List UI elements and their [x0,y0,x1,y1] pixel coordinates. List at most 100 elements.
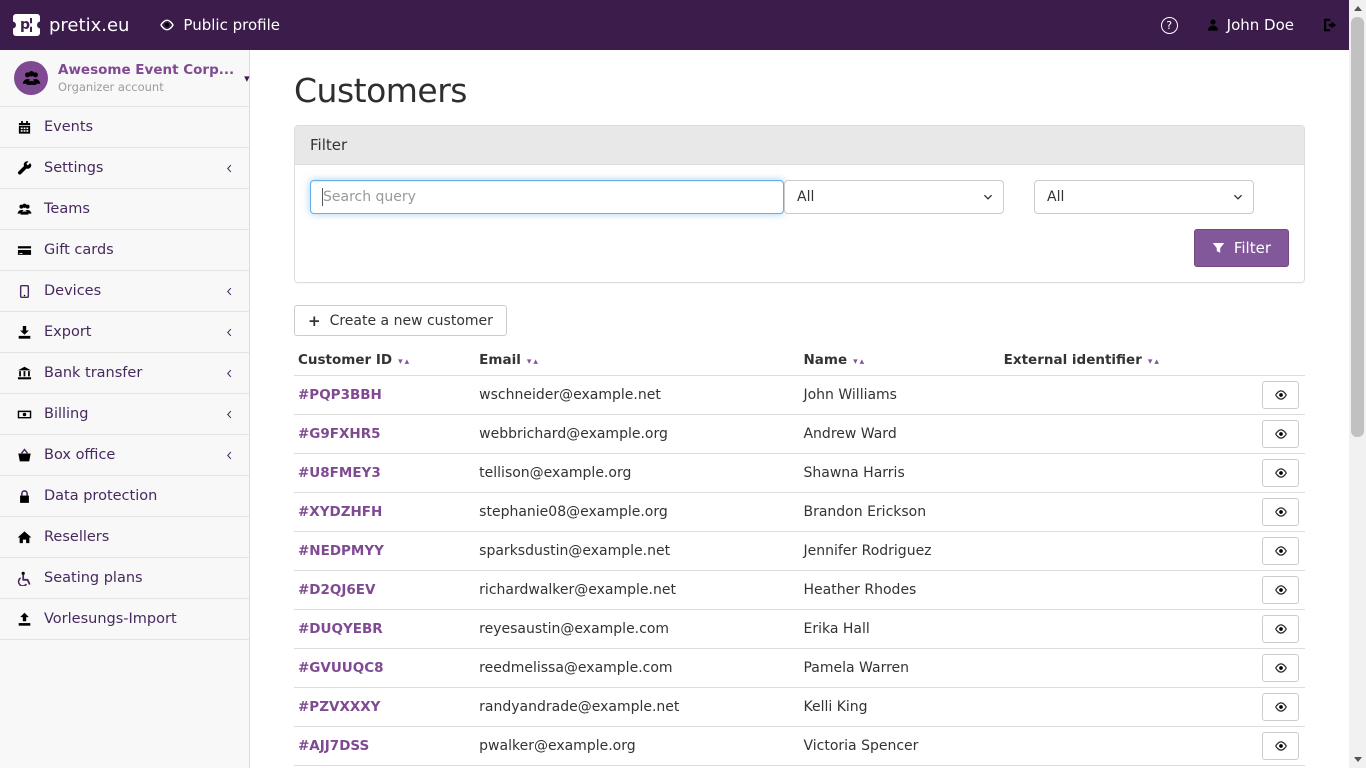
customer-id-link[interactable]: #NEDPMYY [298,543,384,559]
sidebar-item-export[interactable]: Export [0,312,249,353]
vertical-scrollbar[interactable] [1349,0,1366,768]
filter-select-2[interactable]: All [1034,180,1254,214]
view-customer-button[interactable] [1262,576,1299,604]
customer-external-id [1000,493,1245,532]
eye-icon [159,17,175,33]
header-email: Email▾▴ [475,348,799,376]
view-customer-button[interactable] [1262,381,1299,409]
customer-id-link[interactable]: #G9FXHR5 [298,426,381,442]
view-customer-button[interactable] [1262,654,1299,682]
credit-card-icon [14,243,35,258]
sidebar-item-vorlesungs-import[interactable]: Vorlesungs-Import [0,599,249,640]
customer-email: webbrichard@example.org [475,415,799,454]
organizer-name: Awesome Event Corp... [58,62,234,78]
sidebar-item-resellers[interactable]: Resellers [0,517,249,558]
customer-id-link[interactable]: #DUQYEBR [298,621,383,637]
sidebar-item-gift-cards[interactable]: Gift cards [0,230,249,271]
user-icon [1206,18,1220,32]
create-customer-button[interactable]: + Create a new customer [294,305,507,336]
filter-select-1[interactable]: All [784,180,1004,214]
sidebar-item-seating-plans[interactable]: Seating plans [0,558,249,599]
ticket-logo-icon: p [13,14,40,36]
customer-id-link[interactable]: #GVUUQC8 [298,660,384,676]
eye-icon [1274,388,1288,402]
plus-icon: + [308,312,321,330]
chevron-down-icon [982,191,994,203]
view-customer-button[interactable] [1262,498,1299,526]
eye-icon [1274,466,1288,480]
organizer-switcher[interactable]: Awesome Event Corp... Organizer account … [0,50,249,107]
customer-external-id [1000,376,1245,415]
scrollbar-thumb[interactable] [1351,17,1364,437]
customer-id-link[interactable]: #AJJ7DSS [298,738,369,754]
customer-name: Shawna Harris [799,454,999,493]
customer-external-id [1000,727,1245,766]
chevron-left-icon [224,368,235,379]
customer-name: Kelli King [799,688,999,727]
header-external-identifier: External identifier▾▴ [1000,348,1245,376]
scroll-down-arrow[interactable] [1354,757,1362,762]
view-customer-button[interactable] [1262,537,1299,565]
public-profile-link[interactable]: Public profile [159,16,280,34]
eye-icon [1274,427,1288,441]
eye-icon [1274,622,1288,636]
header-actions [1245,348,1305,376]
lock-icon [14,489,35,504]
customer-id-link[interactable]: #XYDZHFH [298,504,382,520]
public-profile-label: Public profile [183,16,280,34]
filter-button[interactable]: Filter [1194,229,1289,267]
sidebar-item-box-office[interactable]: Box office [0,435,249,476]
sidebar-item-settings[interactable]: Settings [0,148,249,189]
table-row: #GVUUQC8 reedmelissa@example.com Pamela … [294,649,1305,688]
search-input[interactable] [310,180,784,214]
customer-id-link[interactable]: #PZVXXXY [298,699,380,715]
customer-id-link[interactable]: #U8FMEY3 [298,465,381,481]
customers-table-body: #PQP3BBH wschneider@example.net John Wil… [294,376,1305,766]
pretix-logo[interactable]: p pretix.eu [0,14,129,36]
customer-email: randyandrade@example.net [475,688,799,727]
table-row: #G9FXHR5 webbrichard@example.org Andrew … [294,415,1305,454]
customer-name: Andrew Ward [799,415,999,454]
basket-icon [14,448,35,463]
sidebar-item-billing[interactable]: Billing [0,394,249,435]
customer-external-id [1000,688,1245,727]
view-customer-button[interactable] [1262,732,1299,760]
scroll-up-arrow[interactable] [1354,6,1362,11]
view-customer-button[interactable] [1262,693,1299,721]
users-icon [14,202,35,217]
sidebar-menu: Events Settings Teams Gift cards Devices… [0,107,249,640]
customer-external-id [1000,610,1245,649]
table-row: #PZVXXXY randyandrade@example.net Kelli … [294,688,1305,727]
eye-icon [1274,661,1288,675]
sidebar-item-events[interactable]: Events [0,107,249,148]
sign-out-button[interactable] [1322,17,1338,33]
view-customer-button[interactable] [1262,420,1299,448]
wrench-icon [14,161,35,176]
sort-control[interactable]: ▾▴ [527,357,540,367]
customer-id-link[interactable]: #D2QJ6EV [298,582,375,598]
user-name: John Doe [1227,16,1294,34]
help-icon[interactable]: ? [1161,17,1178,34]
customer-id-link[interactable]: #PQP3BBH [298,387,382,403]
customer-external-id [1000,415,1245,454]
view-customer-button[interactable] [1262,459,1299,487]
customer-name: Brandon Erickson [799,493,999,532]
table-row: #AJJ7DSS pwalker@example.org Victoria Sp… [294,727,1305,766]
view-customer-button[interactable] [1262,615,1299,643]
header-name: Name▾▴ [799,348,999,376]
customer-name: Erika Hall [799,610,999,649]
filter-panel: Filter All All [294,125,1305,283]
header-customer-id: Customer ID▾▴ [294,348,475,376]
sort-control[interactable]: ▾▴ [853,357,866,367]
sidebar-item-devices[interactable]: Devices [0,271,249,312]
sidebar-item-data-protection[interactable]: Data protection [0,476,249,517]
sidebar-item-teams[interactable]: Teams [0,189,249,230]
user-menu[interactable]: John Doe [1206,16,1294,34]
customer-name: Victoria Spencer [799,727,999,766]
organizer-subtitle: Organizer account [58,80,234,94]
banknote-icon [14,407,35,422]
sort-control[interactable]: ▾▴ [398,357,411,367]
sort-control[interactable]: ▾▴ [1148,357,1161,367]
sidebar-item-bank-transfer[interactable]: Bank transfer [0,353,249,394]
table-row: #XYDZHFH stephanie08@example.org Brandon… [294,493,1305,532]
